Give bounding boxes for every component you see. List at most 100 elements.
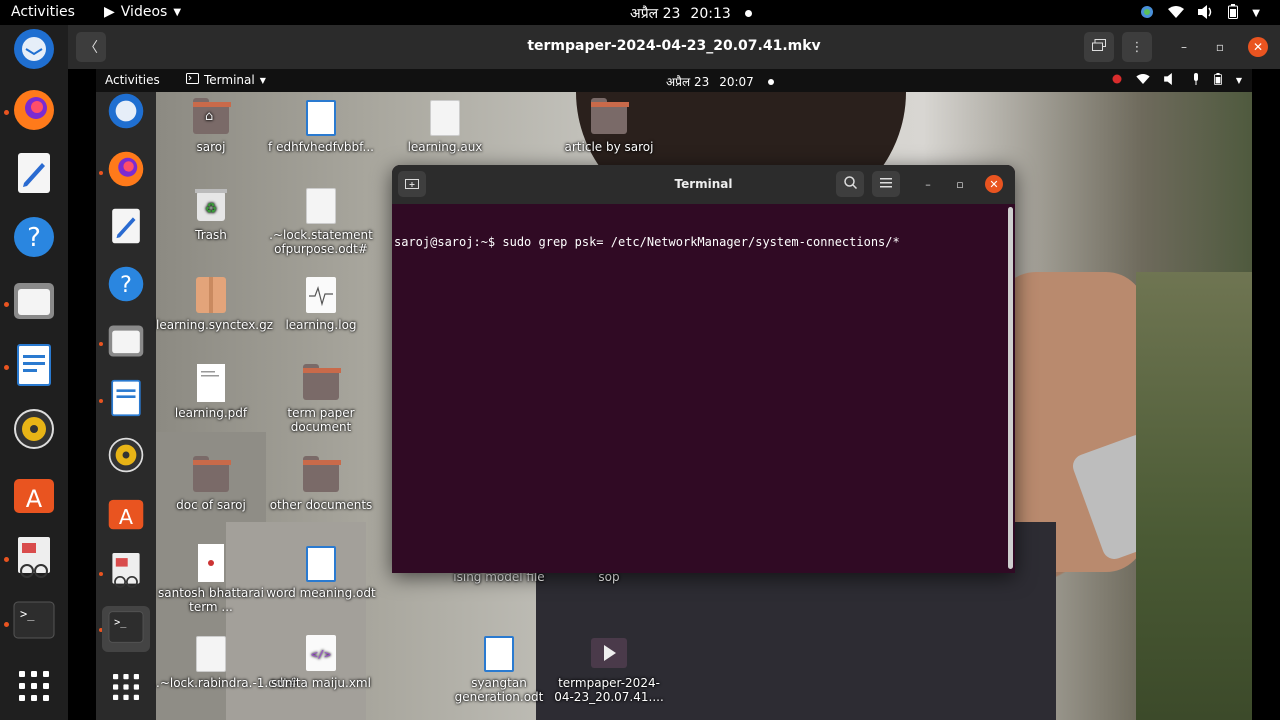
search-icon bbox=[843, 176, 857, 192]
desktop-icon-doc-of-saroj[interactable]: doc of saroj bbox=[156, 456, 266, 512]
svg-text:A: A bbox=[26, 485, 43, 513]
menu-button[interactable]: ⋮ bbox=[1122, 32, 1152, 62]
desktop-icon-trash[interactable]: ♻ Trash bbox=[156, 188, 266, 242]
video-content[interactable]: Activities Terminal ▼ अप्रैल 23 20:07 ▼ bbox=[68, 69, 1280, 720]
terminal-minimize-button[interactable]: – bbox=[919, 175, 937, 193]
terminal-maximize-button[interactable]: ▫ bbox=[951, 175, 969, 193]
desktop-icon-label: syangtan generation.odt bbox=[454, 676, 544, 704]
outer-topbar: Activities ▶ Videos ▼ अप्रैल 23 20:13 ▼ bbox=[0, 0, 1280, 25]
close-button[interactable]: ✕ bbox=[1248, 37, 1268, 57]
terminal-menu-button[interactable] bbox=[872, 171, 900, 197]
system-tray[interactable]: ▼ bbox=[1140, 4, 1260, 23]
maximize-button[interactable]: ▫ bbox=[1210, 37, 1230, 57]
software-center-icon: A bbox=[12, 471, 56, 519]
terminal-scrollbar[interactable] bbox=[1008, 207, 1013, 569]
desktop-icon-label: learning.synctex.gz bbox=[156, 318, 274, 332]
minimize-button[interactable]: – bbox=[1174, 37, 1194, 57]
dock-document-viewer[interactable] bbox=[12, 537, 56, 581]
text-document-icon bbox=[196, 636, 226, 672]
desktop-icon-label: santosh bhattarai term ... bbox=[158, 586, 264, 614]
writer-document-icon bbox=[484, 636, 514, 672]
show-apps-button[interactable] bbox=[12, 666, 56, 710]
running-indicator bbox=[4, 365, 9, 370]
fullscreen-button[interactable] bbox=[1084, 32, 1114, 62]
desktop-icon-label: learning.pdf bbox=[174, 406, 248, 420]
desktop-icon-word-meaning[interactable]: word meaning.odt bbox=[266, 546, 376, 600]
app-menu-videos[interactable]: ▶ Videos ▼ bbox=[104, 4, 181, 20]
inner-dock-terminal: >_ bbox=[102, 606, 150, 652]
dock-firefox[interactable] bbox=[12, 90, 56, 134]
desktop-icon-label: .~lock.rabindra.-1.odt# bbox=[156, 676, 298, 690]
inner-clock: अप्रैल 23 20:07 bbox=[666, 73, 774, 90]
clock[interactable]: अप्रैल 23 20:13 bbox=[630, 4, 752, 23]
dock-writer[interactable] bbox=[12, 344, 56, 389]
desktop-icon-label: doc of saroj bbox=[176, 498, 246, 512]
inner-clock-time: 20:07 bbox=[719, 74, 754, 89]
terminal-headerbar: Terminal – ▫ ✕ bbox=[392, 165, 1015, 204]
color-picker-icon bbox=[1140, 5, 1154, 23]
desktop-icon-synctex[interactable]: learning.synctex.gz bbox=[156, 276, 274, 332]
running-indicator bbox=[99, 399, 103, 403]
writer-document-icon bbox=[306, 100, 336, 136]
svg-text:</>: </> bbox=[311, 648, 331, 661]
dock-rhythmbox[interactable] bbox=[12, 409, 56, 453]
desktop-icon-label: termpaper-2024-04-23_20.07.41.... bbox=[554, 676, 664, 704]
terminal-output[interactable]: saroj@saroj:~$ sudo grep psk= /etc/Netwo… bbox=[394, 207, 900, 277]
desktop-icon-sunita[interactable]: </> sunita maiju.xml bbox=[266, 634, 376, 690]
desktop-icon-learning-aux[interactable]: learning.aux bbox=[390, 100, 500, 154]
svg-text:♻: ♻ bbox=[205, 201, 218, 217]
desktop-icon-term-paper-document[interactable]: term paper document bbox=[266, 364, 376, 434]
desktop-icon-label: learning.aux bbox=[407, 140, 483, 154]
chevron-down-icon: ▼ bbox=[173, 6, 182, 18]
desktop-icon-label: Trash bbox=[195, 228, 227, 242]
help-icon: ? bbox=[12, 215, 56, 263]
dock-software[interactable]: A bbox=[12, 473, 56, 517]
inner-dock: ? A >_ bbox=[96, 92, 156, 720]
document-viewer-icon bbox=[14, 535, 54, 583]
inner-show-apps bbox=[107, 670, 145, 708]
dock-thunderbird[interactable] bbox=[12, 29, 56, 73]
terminal-search-button[interactable] bbox=[836, 171, 864, 197]
xml-file-icon: </> bbox=[305, 634, 337, 675]
terminal-close-button[interactable]: ✕ bbox=[985, 175, 1003, 193]
desktop-icon-label: f edhfvhedfvbbf... bbox=[268, 140, 374, 154]
svg-text:?: ? bbox=[27, 223, 41, 253]
desktop-icon-article[interactable]: article by saroj bbox=[554, 98, 664, 154]
desktop-icon-santosh[interactable]: santosh bhattarai term ... bbox=[156, 543, 266, 614]
terminal-line: saroj@saroj:~$ sudo grep psk= /etc/Netwo… bbox=[394, 235, 900, 249]
desktop-icon-saroj[interactable]: ⌂ saroj bbox=[156, 98, 266, 154]
desktop-icon-label: sunita maiju.xml bbox=[271, 676, 371, 690]
desktop-icon-syangtan[interactable]: syangtan generation.odt bbox=[444, 636, 554, 704]
desktop-icon-learning-log[interactable]: learning.log bbox=[266, 276, 376, 332]
clock-date: अप्रैल 23 bbox=[630, 6, 681, 22]
desktop-icon-label: article by saroj bbox=[564, 140, 654, 154]
files-icon bbox=[107, 322, 145, 364]
desktop-icon-f-file[interactable]: f edhfvhedfvbbf... bbox=[266, 100, 376, 154]
desktop-icon-termpaper-video[interactable]: termpaper-2024-04-23_20.07.41.... bbox=[554, 636, 664, 704]
desktop-icon-other-documents[interactable]: other documents bbox=[266, 456, 376, 512]
files-icon bbox=[12, 279, 56, 327]
terminal-window[interactable]: Terminal – ▫ ✕ saroj@saroj:~$ sudo grep … bbox=[392, 165, 1015, 573]
inner-dock-software: A bbox=[107, 495, 145, 533]
desktop-icon-label: other documents bbox=[269, 498, 373, 512]
battery-icon bbox=[1228, 4, 1239, 23]
desktop-icon-lock-rabindra[interactable]: .~lock.rabindra.-1.odt# bbox=[156, 636, 298, 690]
notification-dot-icon bbox=[767, 78, 774, 85]
dock-text-editor[interactable] bbox=[12, 153, 56, 197]
software-center-icon: A bbox=[107, 493, 145, 535]
desktop-icon-label: learning.log bbox=[285, 318, 357, 332]
writer-document-icon bbox=[306, 546, 336, 582]
activities-button[interactable]: Activities bbox=[11, 4, 75, 20]
folder-icon bbox=[591, 98, 629, 134]
inner-dock-rhythmbox bbox=[107, 437, 145, 476]
running-indicator bbox=[99, 171, 103, 175]
help-icon: ? bbox=[107, 265, 145, 307]
dock-files[interactable] bbox=[12, 281, 56, 325]
running-indicator bbox=[4, 302, 9, 307]
minimize-icon: – bbox=[925, 177, 931, 191]
desktop-icon-learning-pdf[interactable]: learning.pdf bbox=[156, 363, 266, 420]
dock-help[interactable]: ? bbox=[12, 217, 56, 261]
dock-terminal[interactable]: >_ bbox=[12, 600, 56, 644]
desktop-icon-lock-statement[interactable]: .~lock.statement ofpurpose.odt# bbox=[266, 188, 376, 256]
terminal-small-icon bbox=[186, 73, 199, 87]
